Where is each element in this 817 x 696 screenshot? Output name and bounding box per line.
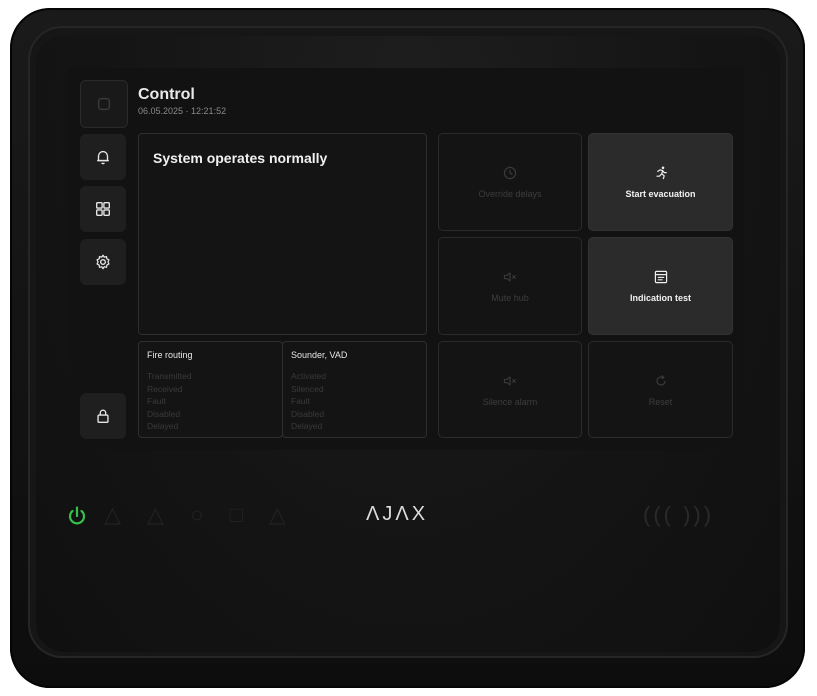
speaker-mute-icon: [503, 272, 516, 282]
reset-button[interactable]: Reset: [588, 341, 733, 438]
grid-icon: [96, 202, 110, 216]
speaker-mute-icon: [503, 375, 516, 386]
lock-button[interactable]: [80, 393, 126, 439]
status-text: System operates normally: [153, 150, 328, 166]
home-button[interactable]: [80, 80, 128, 128]
start-evacuation-label: Start evacuation: [625, 189, 696, 199]
list-item: Delayed: [147, 421, 179, 431]
list-item: Fault: [291, 396, 310, 406]
devices-button[interactable]: [80, 186, 126, 232]
list-item: Received: [147, 383, 183, 394]
gear-icon: [96, 254, 110, 270]
sounder-list: Activated Silenced Fault Disabled Delaye…: [291, 370, 326, 433]
status-panel: System operates normally: [138, 133, 427, 335]
override-delays-button[interactable]: Override delays: [438, 133, 582, 231]
date-time: 06.05.2025 · 12:21:52: [138, 106, 227, 116]
list-item: Delayed: [291, 421, 323, 431]
running-person-icon: [655, 166, 667, 180]
notifications-button[interactable]: [80, 134, 126, 180]
list-item: Transmitted: [147, 371, 192, 381]
fire-routing-list: Transmitted Received Fault Disabled Dela…: [147, 370, 192, 433]
power-icon: [68, 506, 86, 525]
list-item: Activated: [291, 371, 326, 381]
list-item: Disabled: [147, 408, 181, 419]
lock-icon: [97, 409, 109, 423]
fire-routing-title: Fire routing: [147, 350, 193, 360]
fire-routing-panel: Fire routing Transmitted Received Fault …: [138, 341, 283, 438]
settings-button[interactable]: [80, 239, 126, 285]
indication-test-label: Indication test: [629, 293, 691, 303]
override-delays-label: Override delays: [478, 189, 542, 199]
square-icon: [97, 97, 111, 111]
page-title: Control: [138, 86, 195, 103]
start-evacuation-button[interactable]: Start evacuation: [588, 133, 733, 231]
clock-icon: [503, 166, 517, 180]
silence-alarm-label: Silence alarm: [482, 396, 538, 407]
list-item: Silenced: [291, 383, 324, 394]
test-panel-icon: [654, 270, 667, 284]
nfc-reader-icon: ((( ))): [643, 502, 715, 527]
list-item: Disabled: [291, 408, 325, 419]
mute-hub-button[interactable]: Mute hub: [438, 237, 582, 335]
bell-icon: [97, 150, 109, 165]
reset-label: Reset: [648, 396, 673, 407]
indication-test-button[interactable]: Indication test: [588, 237, 733, 335]
silence-alarm-button[interactable]: Silence alarm: [438, 341, 582, 438]
sounder-panel: Sounder, VAD Activated Silenced Fault Di…: [282, 341, 427, 438]
status-indicator-strip: △ △ ○ □ △: [104, 502, 296, 527]
ajax-logo: ΛJΛX: [366, 503, 429, 525]
reset-icon: [655, 374, 666, 386]
sounder-title: Sounder, VAD: [291, 350, 348, 360]
list-item: Fault: [147, 396, 166, 406]
mute-hub-label: Mute hub: [491, 293, 529, 303]
